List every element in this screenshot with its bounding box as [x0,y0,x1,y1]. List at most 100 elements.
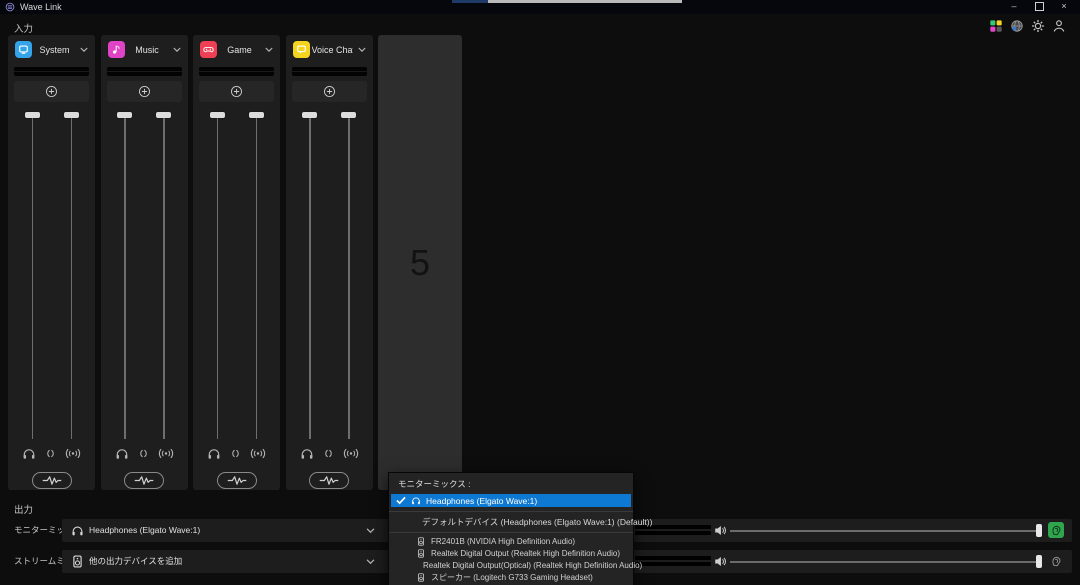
unlink-icon[interactable] [230,448,241,459]
waveform-pulse-icon [132,474,156,487]
broadcast-icon[interactable] [65,447,81,460]
channel-name: Game [219,45,260,55]
maximize-button[interactable] [1027,0,1051,13]
channel-name: Voice Chat [312,45,353,55]
channel-name: System [34,45,75,55]
audio-effect-button[interactable] [217,472,257,489]
monitor-fader-track[interactable] [309,116,311,439]
add-effect-button[interactable] [292,81,367,102]
monitor-volume-slider[interactable] [730,530,1042,532]
dropdown-item-label: Realtek Digital Output (Realtek High Def… [431,549,620,558]
broadcast-icon[interactable] [250,447,266,460]
minimize-button[interactable]: – [1002,0,1026,13]
input-section-label: 入力 [14,21,33,35]
chevron-down-icon[interactable] [173,47,181,53]
stream-level-meter [635,556,711,567]
add-effect-button[interactable] [107,81,182,102]
audio-effect-button[interactable] [124,472,164,489]
headphones-icon[interactable] [115,447,129,460]
marketplace-icon[interactable] [989,19,1003,33]
chevron-down-icon[interactable] [80,47,88,53]
monitor-listen-button[interactable] [1048,522,1064,538]
dropdown-item-label: Realtek Digital Output(Optical) (Realtek… [423,561,642,570]
dropdown-item-device[interactable]: スピーカー (Logitech G733 Gaming Headset) [389,571,633,583]
empty-channel-slot[interactable]: 5 [378,35,462,490]
check-icon [396,496,406,505]
slot-number: 5 [378,242,462,284]
stream-volume-slider[interactable] [730,561,1042,563]
broadcast-icon[interactable] [158,447,174,460]
chat-bubble-icon [296,44,307,55]
stream-fader-handle[interactable] [249,112,264,118]
dropdown-title: モニターミックス : [389,473,633,494]
headphones-icon[interactable] [207,447,221,460]
audio-effect-button[interactable] [309,472,349,489]
stream-listen-button[interactable] [1048,553,1064,569]
headphones-icon[interactable] [300,447,314,460]
stream-volume-handle[interactable] [1036,555,1042,568]
plus-circle-icon [230,85,243,98]
output-section-label: 出力 [14,502,33,516]
chevron-down-icon[interactable] [366,559,375,565]
add-effect-button[interactable] [199,81,274,102]
chevron-down-icon[interactable] [358,47,366,53]
titlebar: Wave Link – × [0,0,1080,14]
dropdown-item-selected[interactable]: Headphones (Elgato Wave:1) [391,494,631,507]
divider [389,511,633,512]
channel-strip-system: System [8,35,95,490]
channel-color-icon [15,41,32,58]
stream-fader-track[interactable] [256,116,258,439]
monitor-mix-dropdown: モニターミックス : Headphones (Elgato Wave:1) デフ… [388,472,634,585]
monitor-fader-handle[interactable] [210,112,225,118]
community-globe-icon[interactable] [1010,19,1024,33]
unlink-icon[interactable] [323,448,334,459]
stream-fader-handle[interactable] [156,112,171,118]
plus-circle-icon [323,85,336,98]
unlink-icon[interactable] [45,448,56,459]
monitor-fader-handle[interactable] [117,112,132,118]
dropdown-item-device[interactable]: FR2401B (NVIDIA High Definition Audio) [389,536,633,548]
chevron-down-icon[interactable] [366,528,375,534]
monitor-icon [18,44,29,55]
channel-level-meter [14,67,89,76]
monitor-fader-track[interactable] [32,116,34,439]
unlink-icon[interactable] [138,448,149,459]
monitor-device-select[interactable]: Headphones (Elgato Wave:1) [89,519,200,542]
channel-color-icon [293,41,310,58]
dropdown-item-device[interactable]: Realtek Digital Output(Optical) (Realtek… [389,560,633,572]
game-controller-icon [203,44,214,55]
chevron-down-icon[interactable] [265,47,273,53]
settings-gear-icon[interactable] [1031,19,1045,33]
background-window-edge-gray [488,0,682,3]
monitor-fader-handle[interactable] [25,112,40,118]
audio-effect-button[interactable] [32,472,72,489]
stream-fader-track[interactable] [348,116,350,439]
wave-link-window: Wave Link – × 入力 出力 System [0,0,1080,585]
stream-device-select[interactable]: 他の出力デバイスを追加 [89,550,182,573]
app-toolbar [989,19,1066,33]
ear-icon [1051,556,1062,567]
dropdown-item-default[interactable]: デフォルトデバイス (Headphones (Elgato Wave:1) (D… [389,515,633,528]
plus-circle-icon [45,85,58,98]
monitor-fader-track[interactable] [217,116,219,439]
app-title: Wave Link [20,2,62,12]
stream-fader-handle[interactable] [341,112,356,118]
monitor-fader-track[interactable] [124,116,126,439]
dropdown-item-label: デフォルトデバイス (Headphones (Elgato Wave:1) (D… [422,516,652,528]
broadcast-icon[interactable] [343,447,359,460]
close-button[interactable]: × [1052,0,1076,13]
monitor-fader-handle[interactable] [302,112,317,118]
maximize-icon [1035,2,1044,11]
add-effect-button[interactable] [14,81,89,102]
monitor-volume-handle[interactable] [1036,524,1042,537]
stream-fader-handle[interactable] [64,112,79,118]
headphones-icon[interactable] [22,447,36,460]
dropdown-item-device[interactable]: Realtek Digital Output (Realtek High Def… [389,548,633,560]
account-person-icon[interactable] [1052,19,1066,33]
plus-circle-icon [138,85,151,98]
wave-link-logo-icon [5,2,15,12]
speaker-device-icon [417,537,425,546]
stream-fader-track[interactable] [71,116,73,439]
stream-fader-track[interactable] [163,116,165,439]
speaker-device-icon [417,573,425,582]
